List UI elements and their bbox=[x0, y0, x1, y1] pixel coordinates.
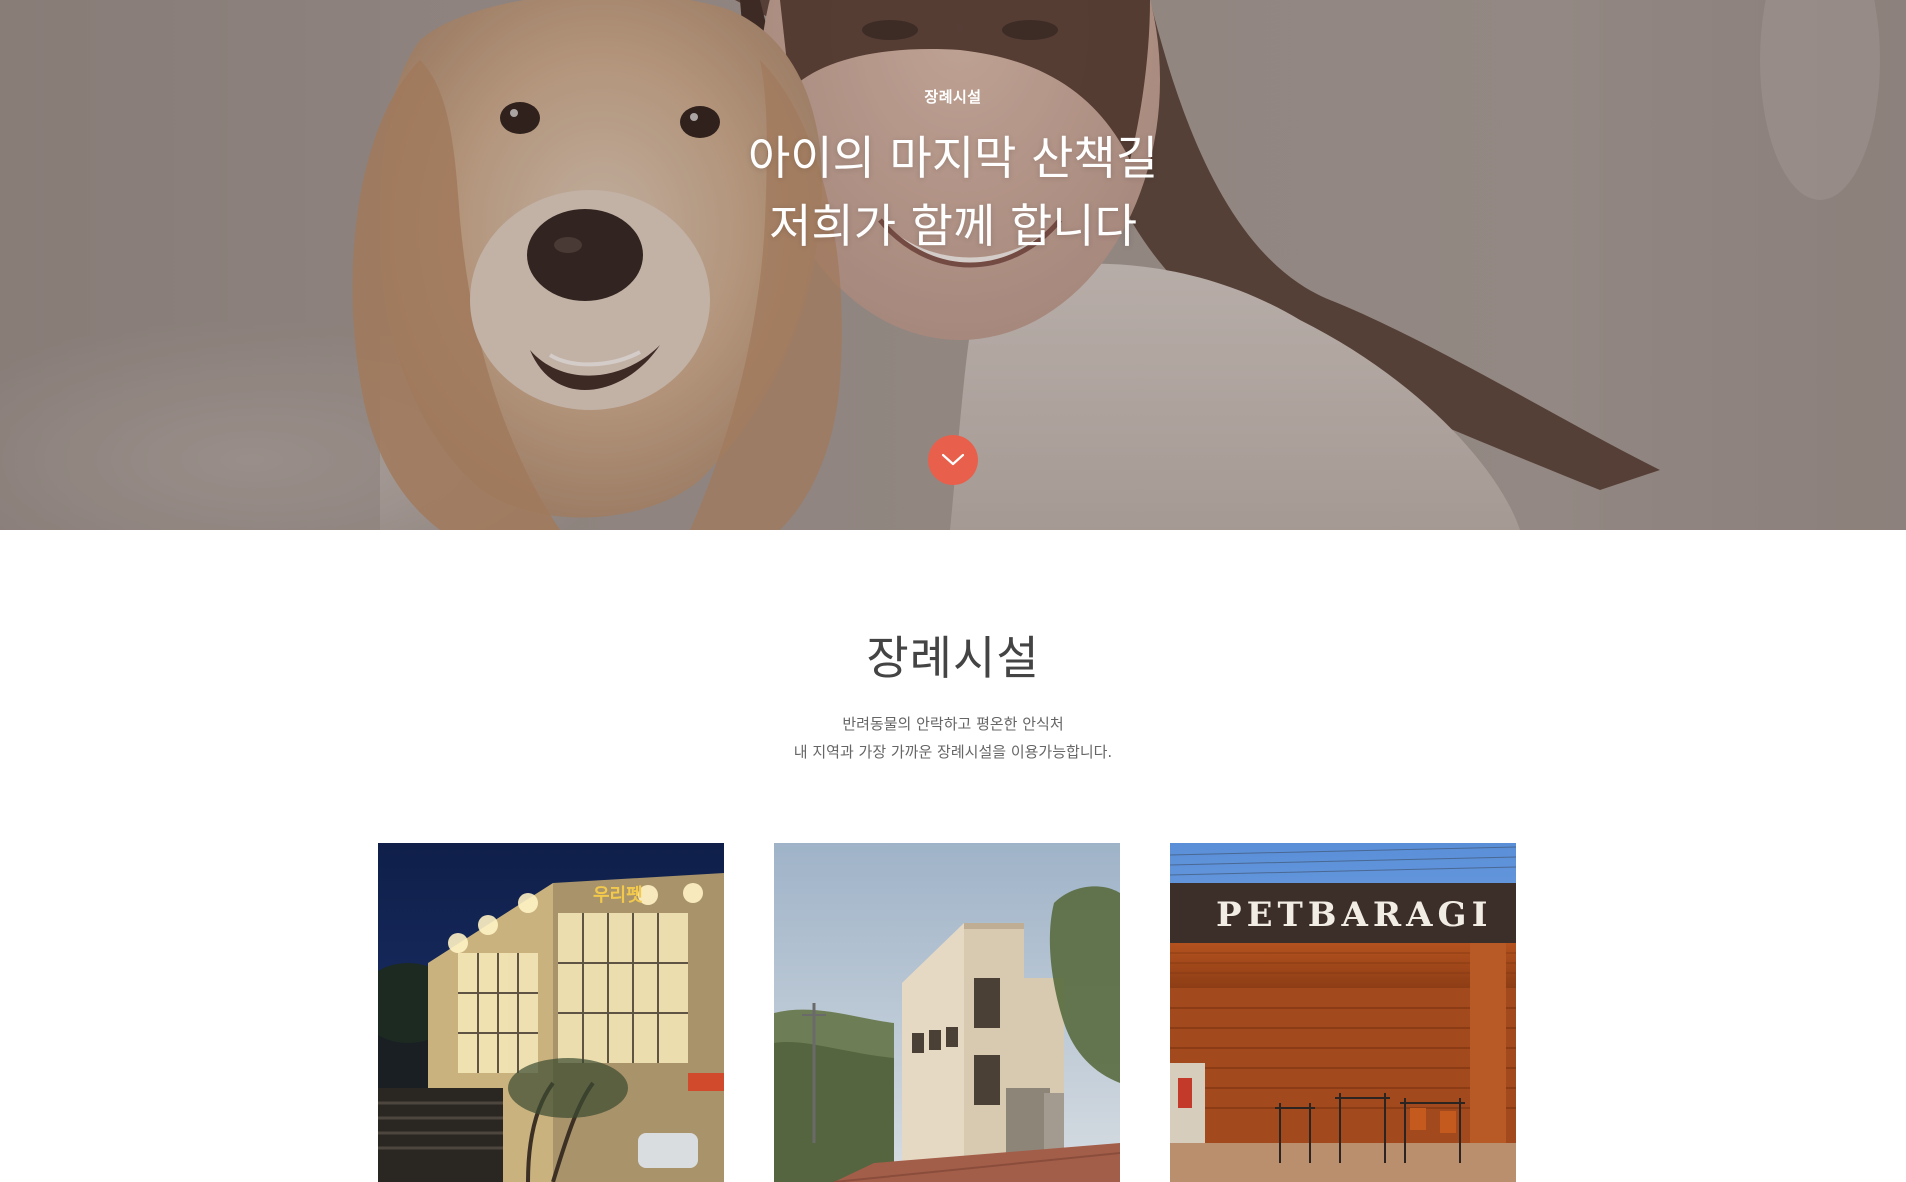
facility-card[interactable] bbox=[774, 843, 1120, 1182]
hero-eyebrow: 장례시설 bbox=[924, 88, 982, 106]
scroll-down-button[interactable] bbox=[928, 435, 978, 485]
facility-card-list: 우리펫 PETBARAGI bbox=[378, 843, 1516, 1182]
facility-card[interactable]: PETBARAGI bbox=[1170, 843, 1516, 1182]
facility-photo: PETBARAGI bbox=[1170, 843, 1516, 1182]
hero-banner: 장례시설 아이의 마지막 산책길 저희가 함께 합니다 bbox=[0, 0, 1906, 530]
facility-photo bbox=[774, 843, 1120, 1182]
facility-card[interactable]: 우리펫 bbox=[378, 843, 724, 1182]
hero-title-line-1: 아이의 마지막 산책길 bbox=[747, 131, 1159, 185]
section-title: 장례시설 bbox=[866, 631, 1040, 685]
facility-sign: PETBARAGI bbox=[1216, 895, 1492, 935]
facility-sign: 우리펫 bbox=[593, 885, 643, 906]
section-description: 반려동물의 안락하고 평온한 안식처 내 지역과 가장 가까운 장례시설을 이용… bbox=[0, 710, 1906, 766]
hero-title-line-2: 저희가 함께 합니다 bbox=[769, 199, 1137, 253]
section-description-line-2: 내 지역과 가장 가까운 장례시설을 이용가능합니다. bbox=[793, 743, 1113, 761]
facility-photo: 우리펫 bbox=[378, 843, 724, 1182]
section-description-line-1: 반려동물의 안락하고 평온한 안식처 bbox=[842, 715, 1064, 733]
chevron-down-icon bbox=[941, 453, 965, 466]
hero-title: 아이의 마지막 산책길 저희가 함께 합니다 bbox=[0, 124, 1906, 260]
